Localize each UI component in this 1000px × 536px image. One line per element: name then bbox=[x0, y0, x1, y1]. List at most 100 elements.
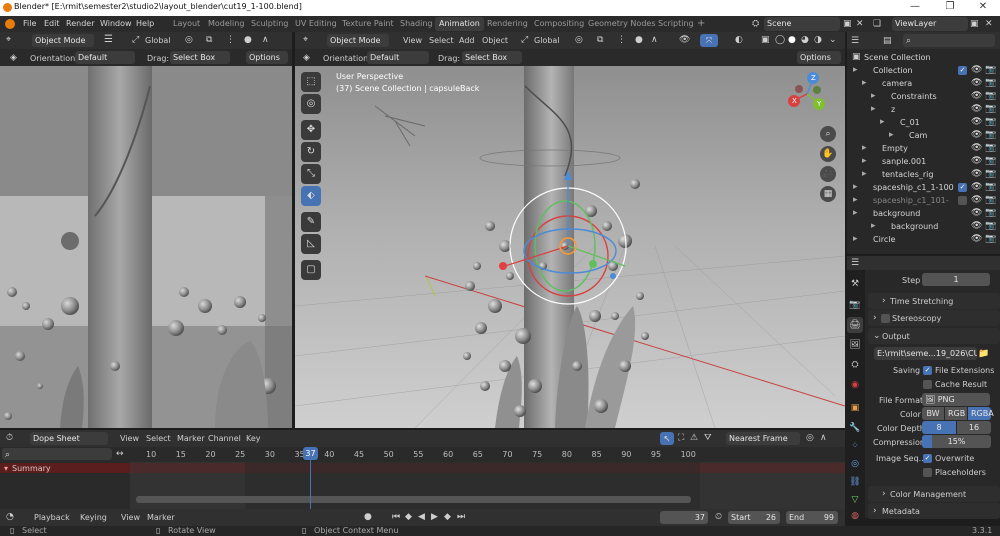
expand-arrow-icon[interactable]: ▸ bbox=[880, 117, 885, 127]
show-hidden-icon[interactable]: ⛶ bbox=[678, 433, 684, 443]
view-layer-selector[interactable]: ViewLayer bbox=[892, 17, 968, 31]
falloff-icon[interactable]: ∧ bbox=[651, 35, 658, 45]
outliner-item[interactable]: ▸ z 👁 📷 bbox=[847, 103, 999, 116]
snap-icon[interactable]: ⧉ bbox=[206, 35, 212, 45]
current-frame-marker[interactable]: 37 bbox=[303, 447, 318, 460]
proportional-edit-icon[interactable]: ● bbox=[244, 35, 252, 45]
tool-add-cube-icon[interactable]: ▢ bbox=[301, 260, 321, 280]
eye-icon[interactable]: 👁 bbox=[971, 156, 982, 166]
outliner-editor-icon[interactable]: ☰ bbox=[851, 36, 859, 46]
outliner-item[interactable]: ▸ tentacles_rig 👁 📷 bbox=[847, 168, 999, 181]
main-options-button[interactable]: Options bbox=[797, 51, 841, 64]
tab-rendering[interactable]: Rendering bbox=[483, 17, 532, 31]
add-workspace-button[interactable]: + bbox=[693, 16, 709, 30]
new-view-layer-icon[interactable]: ▣ bbox=[970, 19, 979, 29]
tool-tab-icon[interactable]: ⚒ bbox=[847, 276, 863, 292]
timeline-menu-view[interactable]: View bbox=[121, 513, 140, 522]
tool-scale-icon[interactable]: ⤡ bbox=[301, 164, 321, 184]
prev-keyframe-icon[interactable]: ◆ bbox=[405, 512, 412, 522]
menu-help[interactable]: Help bbox=[136, 19, 154, 28]
tool-rotate-icon[interactable]: ↻ bbox=[301, 142, 321, 162]
tool-move-icon[interactable]: ✥ bbox=[301, 120, 321, 140]
shading-wireframe-icon[interactable]: ◯ bbox=[775, 35, 785, 45]
expand-arrow-icon[interactable]: ▸ bbox=[853, 234, 858, 244]
render-tab-icon[interactable]: 📷 bbox=[847, 297, 863, 313]
view-layer-tab-icon[interactable]: 🖼 bbox=[847, 337, 863, 353]
world-tab-icon[interactable]: ◉ bbox=[847, 377, 863, 393]
main-viewport-canvas[interactable]: User Perspective (37) Scene Collection |… bbox=[295, 66, 845, 428]
dopesheet-scrollbar[interactable] bbox=[136, 496, 691, 503]
tab-animation[interactable]: Animation bbox=[435, 17, 484, 31]
eye-icon[interactable]: 👁 bbox=[971, 78, 982, 88]
tool-measure-icon[interactable]: ◺ bbox=[301, 234, 321, 254]
proportional-edit-icon[interactable]: ● bbox=[635, 35, 643, 45]
jump-start-icon[interactable]: ⏮ bbox=[392, 512, 400, 522]
xray-icon[interactable]: ▣ bbox=[761, 35, 770, 45]
eye-icon[interactable]: 👁 bbox=[971, 169, 982, 179]
start-frame-field[interactable]: Start 26 bbox=[728, 511, 780, 524]
snap-icon[interactable]: ⧉ bbox=[597, 35, 603, 45]
cache-result-checkbox[interactable] bbox=[923, 380, 932, 389]
shading-rendered-icon[interactable]: ◑ bbox=[814, 35, 822, 45]
left-transform-global[interactable]: Global bbox=[145, 36, 171, 45]
time-stretching-panel[interactable]: › Time Stretching bbox=[868, 293, 1000, 309]
left-orientation-dropdown[interactable]: Default bbox=[75, 51, 135, 64]
expand-arrow-icon[interactable]: ▸ bbox=[871, 221, 876, 231]
display-mode-icon[interactable]: ▤ bbox=[883, 36, 892, 46]
menu-object[interactable]: Object bbox=[482, 36, 508, 45]
camera-render-icon[interactable]: 📷 bbox=[985, 65, 996, 75]
tab-layout[interactable]: Layout bbox=[169, 17, 204, 31]
close-button[interactable]: ✕ bbox=[968, 1, 998, 12]
file-format-dropdown[interactable]: 🖼 PNG bbox=[922, 393, 990, 406]
constraints-tab-icon[interactable]: ⛓ bbox=[847, 474, 863, 490]
pivot-icon[interactable]: ◎ bbox=[575, 35, 583, 45]
eye-icon[interactable]: 👁 bbox=[971, 143, 982, 153]
camera-render-icon[interactable]: 📷 bbox=[985, 117, 996, 127]
expand-arrow-icon[interactable]: ▸ bbox=[871, 91, 876, 101]
tab-modeling[interactable]: Modeling bbox=[204, 17, 248, 31]
expand-arrow-icon[interactable]: ▸ bbox=[853, 195, 858, 205]
tool-cursor-icon[interactable]: ◈ bbox=[10, 53, 17, 63]
exclude-checkbox[interactable]: ✓ bbox=[958, 66, 967, 75]
outliner-item[interactable]: ▸ Cam 👁 📷 bbox=[847, 129, 999, 142]
expand-arrow-icon[interactable]: ▸ bbox=[862, 143, 867, 153]
new-scene-icon[interactable]: ▣ bbox=[843, 19, 852, 29]
play-icon[interactable]: ▶ bbox=[431, 512, 438, 522]
expand-arrow-icon[interactable]: ▸ bbox=[871, 104, 876, 114]
gizmo-toggle-icon[interactable]: ⤧ bbox=[700, 34, 718, 47]
left-mode-selector[interactable]: Object Mode bbox=[32, 34, 94, 47]
menu-playback[interactable]: Playback bbox=[34, 513, 70, 522]
clock-icon[interactable]: ⏲ bbox=[715, 512, 722, 522]
dopesheet-editor-icon[interactable]: ⏱ bbox=[6, 433, 13, 443]
color-depth-8-button[interactable]: 8 bbox=[922, 421, 956, 434]
main-orientation-dropdown[interactable]: Default bbox=[367, 51, 429, 64]
tab-uv-editing[interactable]: UV Editing bbox=[291, 17, 341, 31]
timeline-menu-marker[interactable]: Marker bbox=[147, 513, 175, 522]
outliner-item[interactable]: ▸ spaceship_c1_101- 👁 📷 bbox=[847, 194, 999, 207]
outliner-item[interactable]: ▸ sanple.001 👁 📷 bbox=[847, 155, 999, 168]
expand-arrow-icon[interactable]: ▸ bbox=[853, 182, 858, 192]
compression-slider[interactable]: 15% bbox=[922, 435, 991, 448]
dopesheet-menu-marker[interactable]: Marker bbox=[177, 434, 205, 443]
channel-search-input[interactable]: ⌕ bbox=[2, 448, 112, 460]
outliner-item[interactable]: ▸ Circle 👁 📷 bbox=[847, 233, 999, 246]
color-management-panel[interactable]: › Color Management bbox=[868, 486, 1000, 502]
eye-icon[interactable]: 👁 bbox=[971, 182, 982, 192]
camera-render-icon[interactable]: 📷 bbox=[985, 182, 996, 192]
overlay-icon[interactable]: ◐ bbox=[735, 35, 743, 45]
next-keyframe-icon[interactable]: ◆ bbox=[444, 512, 451, 522]
tab-scripting[interactable]: Scripting bbox=[654, 17, 698, 31]
dopesheet-menu-key[interactable]: Key bbox=[246, 434, 261, 443]
color-rgba-button[interactable]: RGBA bbox=[968, 407, 994, 420]
shading-solid-icon[interactable]: ● bbox=[788, 35, 796, 45]
zoom-icon[interactable]: ⌕ bbox=[820, 126, 836, 142]
expand-arrow-icon[interactable]: ▸ bbox=[862, 156, 867, 166]
material-tab-icon[interactable]: ◍ bbox=[847, 508, 863, 524]
color-depth-16-button[interactable]: 16 bbox=[957, 421, 991, 434]
overwrite-checkbox[interactable]: ✓ bbox=[923, 454, 932, 463]
menu-window[interactable]: Window bbox=[100, 19, 132, 28]
metadata-panel[interactable]: › Metadata bbox=[868, 503, 1000, 519]
exclude-checkbox[interactable]: ✓ bbox=[958, 183, 967, 192]
color-bw-button[interactable]: BW bbox=[922, 407, 944, 420]
navigation-gizmo[interactable] bbox=[783, 70, 831, 118]
